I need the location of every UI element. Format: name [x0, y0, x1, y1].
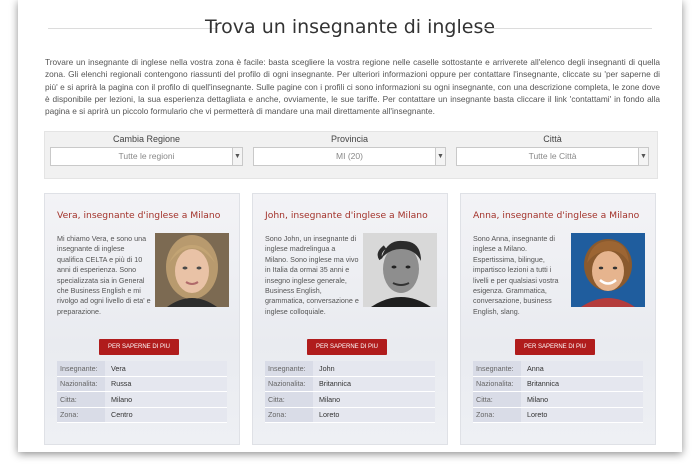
- teacher-city: Milano: [105, 391, 227, 408]
- table-row: Insegnante: Anna: [473, 361, 643, 377]
- teacher-city: Milano: [521, 391, 643, 408]
- teacher-zone: Centro: [105, 407, 227, 423]
- table-row: Insegnante: Vera: [57, 361, 227, 377]
- region-select[interactable]: Tutte le regioni ▼: [50, 147, 243, 166]
- teacher-zone: Loreto: [313, 407, 435, 423]
- table-row: Nazionalita: Britannica: [265, 376, 435, 392]
- table-row: Citta: Milano: [265, 391, 435, 408]
- teacher-city: Milano: [313, 391, 435, 408]
- region-filter-label: Cambia Regione: [112, 134, 181, 144]
- teacher-label: Insegnante:: [57, 361, 105, 377]
- city-filter-label: Città: [543, 134, 562, 144]
- teacher-card-title[interactable]: Vera, insegnante d'inglese a Milano: [57, 210, 220, 221]
- teacher-name: Vera: [105, 361, 227, 377]
- city-select[interactable]: Tutte le Città ▼: [456, 147, 649, 166]
- nationality-label: Nazionalita:: [265, 376, 313, 392]
- table-row: Zona: Loreto: [473, 407, 643, 423]
- page-title: Trova un insegnante di inglese: [204, 16, 496, 38]
- province-filter: Provincia MI (20) ▼: [253, 134, 446, 166]
- teacher-label: Insegnante:: [265, 361, 313, 377]
- teacher-nationality: Britannica: [313, 376, 435, 392]
- teacher-card-vera: Vera, insegnante d'inglese a Milano Mi c…: [44, 193, 240, 445]
- header-divider-right: [482, 28, 652, 29]
- teacher-photo[interactable]: [571, 233, 645, 307]
- table-row: Insegnante: John: [265, 361, 435, 377]
- teacher-info-table: Insegnante: John Nazionalita: Britannica C…: [265, 361, 435, 423]
- learn-more-button[interactable]: PER SAPERNE DI PIU: [307, 339, 387, 355]
- filter-bar: Cambia Regione Tutte le regioni ▼ Provin…: [44, 131, 658, 179]
- province-filter-label: Provincia: [330, 134, 368, 144]
- nationality-label: Nazionalita:: [57, 376, 105, 392]
- zone-label: Zona:: [265, 407, 313, 423]
- province-select[interactable]: MI (20) ▼: [253, 147, 446, 166]
- teacher-zone: Loreto: [521, 407, 643, 423]
- learn-more-button[interactable]: PER SAPERNE DI PIU: [515, 339, 595, 355]
- teacher-description: Sono Anna, insegnante di inglese a Milan…: [473, 234, 559, 316]
- region-select-value: Tutte le regioni: [118, 151, 175, 161]
- teacher-info-table: Insegnante: Vera Nazionalita: Russa Citta:…: [57, 361, 227, 423]
- teacher-nationality: Britannica: [521, 376, 643, 392]
- table-row: Nazionalita: Russa: [57, 376, 227, 392]
- teacher-photo[interactable]: [155, 233, 229, 307]
- teacher-description: Sono John, un insegnante di inglese madr…: [265, 234, 359, 316]
- nationality-label: Nazionalita:: [473, 376, 521, 392]
- chevron-down-icon[interactable]: ▼: [232, 148, 242, 165]
- teacher-card-title[interactable]: John, insegnante d'inglese a Milano: [265, 210, 428, 221]
- teacher-card-anna: Anna, insegnante d'inglese a Milano Sono…: [460, 193, 656, 445]
- page-header: Trova un insegnante di inglese: [18, 12, 682, 46]
- city-label: Citta:: [57, 391, 105, 408]
- page-frame: Trova un insegnante di inglese Trovare u…: [18, 0, 682, 452]
- intro-paragraph: Trovare un insegnante di inglese nella v…: [45, 57, 660, 117]
- teacher-photo[interactable]: [363, 233, 437, 307]
- chevron-down-icon[interactable]: ▼: [435, 148, 445, 165]
- teacher-description: Mi chiamo Vera, e sono una insegnante di…: [57, 234, 151, 316]
- table-row: Zona: Centro: [57, 407, 227, 423]
- chevron-down-icon[interactable]: ▼: [638, 148, 648, 165]
- zone-label: Zona:: [473, 407, 521, 423]
- city-label: Citta:: [265, 391, 313, 408]
- region-filter: Cambia Regione Tutte le regioni ▼: [50, 134, 243, 166]
- teacher-name: Anna: [521, 361, 643, 377]
- table-row: Nazionalita: Britannica: [473, 376, 643, 392]
- teacher-info-table: Insegnante: Anna Nazionalita: Britannica C…: [473, 361, 643, 423]
- teacher-nationality: Russa: [105, 376, 227, 392]
- table-row: Zona: Loreto: [265, 407, 435, 423]
- table-row: Citta: Milano: [57, 391, 227, 408]
- learn-more-button[interactable]: PER SAPERNE DI PIU: [99, 339, 179, 355]
- province-select-value: MI (20): [336, 151, 363, 161]
- teacher-name: John: [313, 361, 435, 377]
- teacher-card-john: John, insegnante d'inglese a Milano Sono…: [252, 193, 448, 445]
- city-select-value: Tutte le Città: [528, 151, 577, 161]
- table-row: Citta: Milano: [473, 391, 643, 408]
- zone-label: Zona:: [57, 407, 105, 423]
- city-label: Citta:: [473, 391, 521, 408]
- city-filter: Città Tutte le Città ▼: [456, 134, 649, 166]
- teacher-label: Insegnante:: [473, 361, 521, 377]
- teacher-card-title[interactable]: Anna, insegnante d'inglese a Milano: [473, 210, 639, 221]
